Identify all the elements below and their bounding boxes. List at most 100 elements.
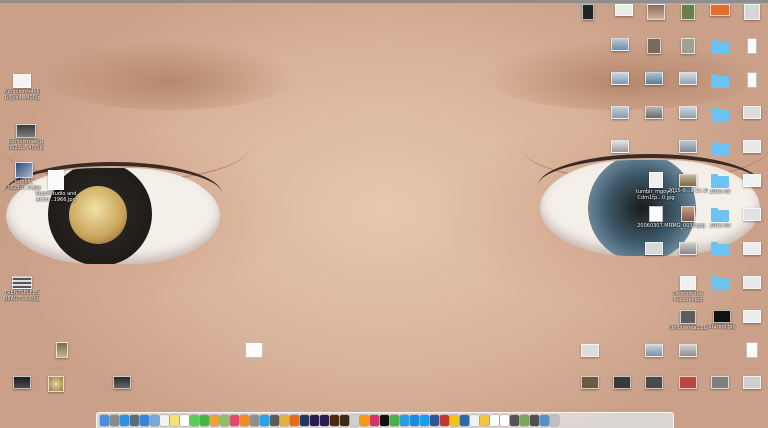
mission-control-icon[interactable]: [130, 415, 139, 426]
desktop-icon-r10c0[interactable]: [572, 344, 608, 357]
bridge-icon[interactable]: [340, 415, 349, 426]
downloads-icon[interactable]: [540, 415, 549, 426]
desktop-icon-folder-r8[interactable]: [702, 276, 738, 290]
desktop-icon-superstudio[interactable]: Superstudio and Archi...1966.jpg: [34, 170, 78, 203]
books-icon[interactable]: [360, 415, 369, 426]
ibooks-icon[interactable]: [240, 415, 249, 426]
mail-icon[interactable]: [150, 415, 159, 426]
illustrator-icon[interactable]: [330, 415, 339, 426]
desktop-icon-folder-2015-03[interactable]: 2015-03: [702, 208, 738, 229]
photos-icon[interactable]: [210, 415, 219, 426]
desktop-icon-photo-1[interactable]: [44, 342, 80, 358]
after-effects-icon[interactable]: [310, 415, 319, 426]
app-store-icon[interactable]: [140, 415, 149, 426]
chrome-icon[interactable]: [280, 415, 289, 426]
desktop-icon-r3c5[interactable]: [734, 106, 768, 119]
desktop-icon-r1c1[interactable]: [636, 38, 672, 54]
desktop-icon-r10c1[interactable]: [636, 344, 672, 357]
desktop-icon-r1c0[interactable]: [602, 38, 638, 51]
desktop-icon-photo-2[interactable]: [4, 376, 40, 389]
camera-icon[interactable]: [350, 415, 359, 426]
desktop-icon-r0c3[interactable]: [670, 4, 706, 20]
desktop-icon-r7c1[interactable]: [636, 242, 672, 255]
bar-icon[interactable]: [520, 415, 529, 426]
wps-icon[interactable]: [440, 415, 449, 426]
music-icon[interactable]: [370, 415, 379, 426]
safari-icon[interactable]: [120, 415, 129, 426]
desktop-icon-r3c2[interactable]: [670, 106, 706, 119]
stickies-icon[interactable]: [450, 415, 459, 426]
premiere-icon[interactable]: [320, 415, 329, 426]
numbers-icon[interactable]: [480, 415, 489, 426]
desktop-icon-r3c0[interactable]: [602, 106, 638, 119]
preferences-icon[interactable]: [250, 415, 259, 426]
desktop-icon-r6c5[interactable]: [734, 208, 768, 221]
grid-icon[interactable]: [510, 415, 519, 426]
maps-icon[interactable]: [220, 415, 229, 426]
desktop-icon-r7c5[interactable]: [734, 242, 768, 255]
trash-icon[interactable]: [550, 415, 559, 426]
desktop-icon-car[interactable]: tumblr_mekg1 0621o...400.jpg: [8, 124, 44, 151]
skype-icon[interactable]: [420, 415, 429, 426]
desktop-icon-r0c0[interactable]: [570, 4, 606, 20]
desktop-icon-r11c3[interactable]: [670, 376, 706, 389]
desktop-icon-r0c4[interactable]: [702, 4, 738, 16]
bird-icon[interactable]: [400, 415, 409, 426]
desktop-icon-r1c5[interactable]: [734, 38, 768, 54]
qq-browser-icon[interactable]: [410, 415, 419, 426]
desktop-icon-r5c5[interactable]: [734, 174, 768, 187]
desktop-icon-r3c1[interactable]: [636, 106, 672, 119]
desktop-icon-photo-4[interactable]: [104, 376, 140, 389]
desktop-icon-doc-center[interactable]: [236, 342, 272, 358]
firefox-icon[interactable]: [290, 415, 299, 426]
desktop-icon-r0c2[interactable]: [638, 4, 674, 20]
wechat-icon[interactable]: [390, 415, 399, 426]
vpn-icon[interactable]: [270, 415, 279, 426]
desktop-icon-logo[interactable]: tumblr_nfs4kknY 1r1yx4...400.png: [4, 74, 40, 101]
photoshop-icon[interactable]: [300, 415, 309, 426]
desktop-icon-r7c2[interactable]: [670, 242, 706, 255]
reminders-icon[interactable]: [180, 415, 189, 426]
facetime-icon[interactable]: [200, 415, 209, 426]
desktop-icon-r9c5[interactable]: [734, 310, 768, 323]
desktop-icon-folder-r2[interactable]: [702, 74, 738, 88]
desktop-icon-r8c5[interactable]: [734, 276, 768, 289]
desktop-icon-folder-r1[interactable]: [702, 40, 738, 54]
desktop-icon-r1c2[interactable]: [670, 38, 706, 54]
desktop-icon-r11c0[interactable]: [572, 376, 608, 389]
calendar-icon[interactable]: [160, 415, 169, 426]
qq-music-icon[interactable]: [260, 415, 269, 426]
desktop-icon-r0c5[interactable]: [734, 4, 768, 20]
desktop-icon-r2c2[interactable]: [670, 72, 706, 85]
desktop-icon-photo-3[interactable]: [38, 376, 74, 392]
desktop-icon-folder-r3[interactable]: [702, 108, 738, 122]
desktop-icon-r4c0[interactable]: [602, 140, 638, 153]
desktop-icon-r11c2[interactable]: [636, 376, 672, 389]
desktop-icon-r10c5[interactable]: [734, 342, 768, 358]
launchpad-icon[interactable]: [110, 415, 119, 426]
desktop-icon-r2c0[interactable]: [602, 72, 638, 85]
desktop-icon-r4c5[interactable]: [734, 140, 768, 153]
desktop-icon-r11c5[interactable]: [734, 376, 768, 389]
desktop-icon-r11c1[interactable]: [604, 376, 640, 389]
notes-icon[interactable]: [170, 415, 179, 426]
desktop-icon-r4c2[interactable]: [670, 140, 706, 153]
desktop-icon-folder-r4[interactable]: [702, 142, 738, 156]
finder-icon[interactable]: [100, 415, 109, 426]
itunes-icon[interactable]: [230, 415, 239, 426]
doc-icon[interactable]: [490, 415, 499, 426]
desktop-icon-folder-r7[interactable]: [702, 242, 738, 256]
xcode-icon[interactable]: [460, 415, 469, 426]
desktop-icon-r0c1[interactable]: [606, 4, 642, 16]
messages-icon[interactable]: [190, 415, 199, 426]
word-icon[interactable]: [430, 415, 439, 426]
screen-icon[interactable]: [530, 415, 539, 426]
desktop-icon-bars[interactable]: TRENTSELFIEs BEAUTY...1.jpg: [4, 276, 40, 302]
doc2-icon[interactable]: [500, 415, 509, 426]
qq-icon[interactable]: [380, 415, 389, 426]
desktop-icon-r10c2[interactable]: [670, 344, 706, 357]
desktop-icon-r2c1[interactable]: [636, 72, 672, 85]
desktop-icon-folder-2015-02[interactable]: 2015-02: [702, 174, 738, 195]
desktop-icon-r2c5[interactable]: [734, 72, 768, 88]
desktop-icon-r11c4[interactable]: [702, 376, 738, 389]
